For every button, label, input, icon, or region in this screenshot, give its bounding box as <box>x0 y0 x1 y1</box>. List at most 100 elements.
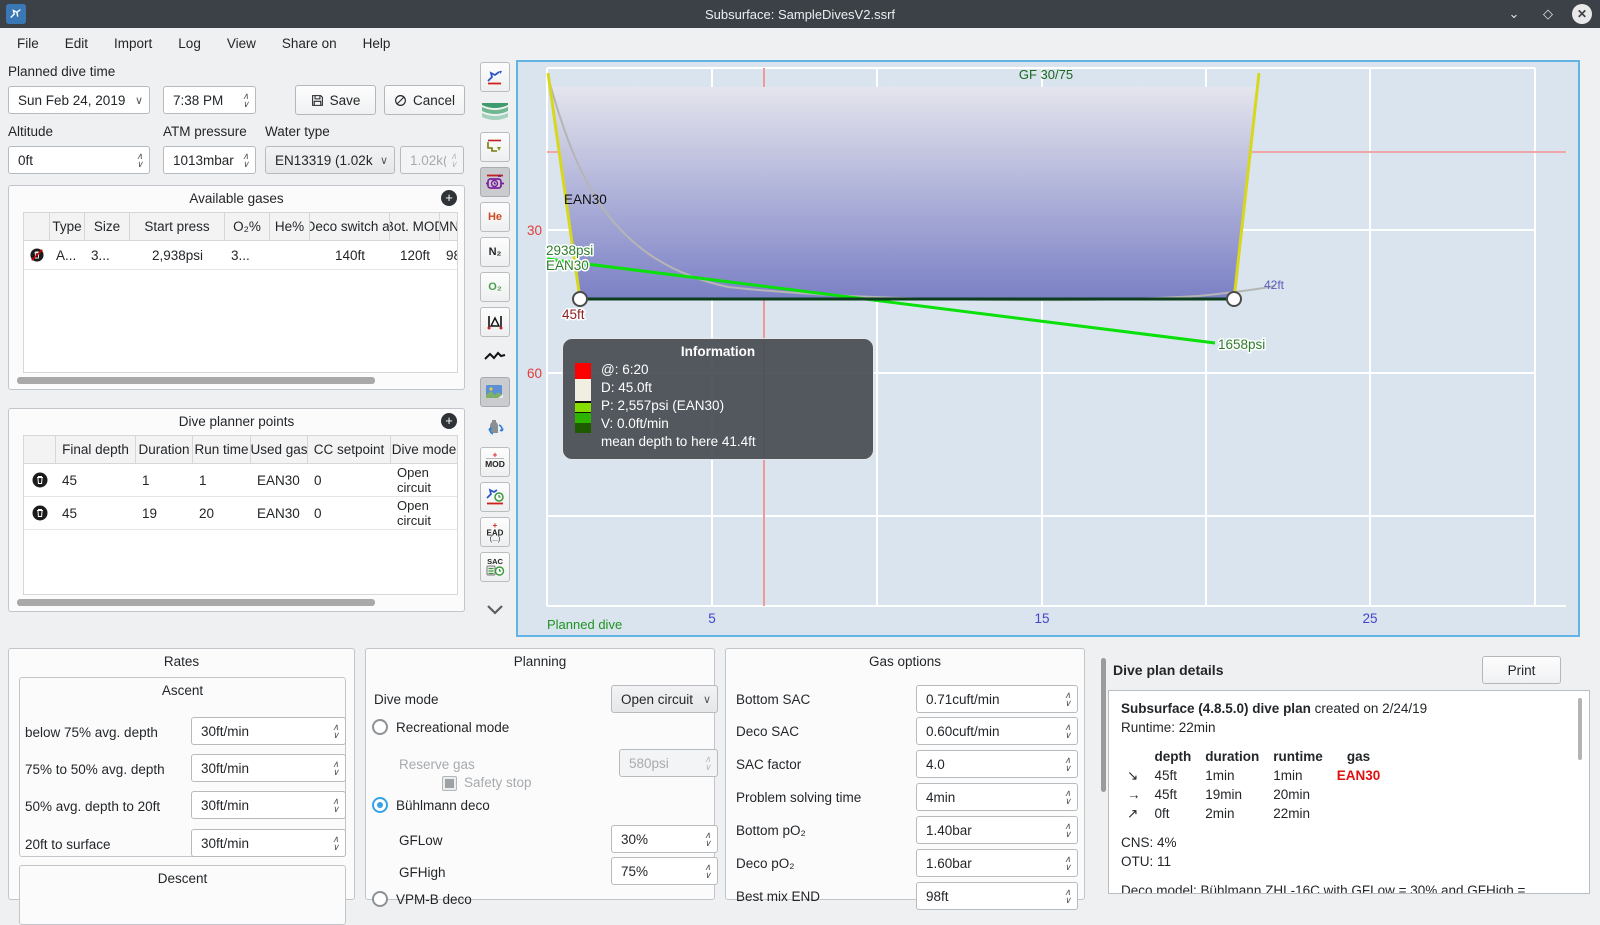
points-col-setpoint[interactable]: CC setpoint <box>308 436 391 463</box>
spinner-arrows-icon[interactable]: ∧ ∨ <box>704 863 711 880</box>
point-gas-cell[interactable]: EAN30 <box>251 473 308 488</box>
point-runtime-cell[interactable]: 1 <box>193 473 251 488</box>
spinner-arrows-icon[interactable]: ∧ ∨ <box>1064 723 1071 740</box>
deco-steps-toggle-button[interactable] <box>480 132 510 162</box>
deco-sac-spinner[interactable]: 0.60cuft/min ∧ ∨ <box>916 717 1078 745</box>
points-col-depth[interactable]: Final depth <box>56 436 136 463</box>
delete-point-icon[interactable] <box>24 472 56 488</box>
details-scrollbar[interactable] <box>1101 658 1106 792</box>
recreational-mode-radio[interactable] <box>372 719 388 735</box>
spinner-arrows-icon[interactable]: ∧ ∨ <box>242 92 249 109</box>
sac-toggle-button[interactable]: SAC <box>480 552 510 582</box>
point-mode-cell[interactable]: Open circuit <box>391 465 457 495</box>
water-type-select[interactable]: EN13319 (1.02k ∨ <box>265 146 395 174</box>
atm-pressure-spinner[interactable]: 1013mbar ∧ ∨ <box>163 146 256 174</box>
gases-col-type[interactable]: Type <box>50 213 85 240</box>
tank-bar-toggle-button[interactable] <box>480 167 510 197</box>
po2-toggle-button[interactable]: O₂ <box>480 272 510 302</box>
point-depth-cell[interactable]: 45 <box>56 473 136 488</box>
points-col-runtime[interactable]: Run time <box>193 436 251 463</box>
point-runtime-cell[interactable]: 20 <box>193 506 251 521</box>
photos-toggle-button[interactable] <box>480 377 510 407</box>
spinner-arrows-icon[interactable]: ∧ ∨ <box>136 152 143 169</box>
ceiling-toggle-button[interactable] <box>480 97 510 127</box>
points-col-gas[interactable]: Used gas <box>251 436 308 463</box>
ascent-rate-toggle-button[interactable] <box>480 62 510 92</box>
spinner-arrows-icon[interactable]: ∧ ∨ <box>332 835 339 852</box>
pn2-toggle-button[interactable]: N₂ <box>480 237 510 267</box>
gas-row[interactable]: A... 3... 2,938psi 3... 140ft 120ft 98f <box>24 241 457 270</box>
point-depth-cell[interactable]: 45 <box>56 506 136 521</box>
dive-mode-select[interactable]: Open circuit ∨ <box>611 685 718 713</box>
gases-col-start-press[interactable]: Start press <box>130 213 225 240</box>
spinner-arrows-icon[interactable]: ∧ ∨ <box>704 831 711 848</box>
gas-deco-switch-cell[interactable]: 140ft <box>310 248 390 263</box>
close-icon[interactable]: ✕ <box>1572 4 1592 24</box>
bottom-sac-spinner[interactable]: 0.71cuft/min ∧ ∨ <box>916 685 1078 713</box>
rate-spinner[interactable]: 30ft/min ∧ ∨ <box>191 829 346 857</box>
menu-log[interactable]: Log <box>165 32 214 55</box>
point-duration-cell[interactable]: 1 <box>136 473 193 488</box>
point-setpoint-cell[interactable]: 0 <box>308 506 391 521</box>
rate-spinner[interactable]: 30ft/min ∧ ∨ <box>191 791 346 819</box>
minimize-icon[interactable]: ⌄ <box>1504 4 1524 24</box>
points-col-duration[interactable]: Duration <box>136 436 193 463</box>
gases-col-bot-mod[interactable]: Bot. MOD <box>390 213 440 240</box>
sac-factor-spinner[interactable]: 4.0 ∧ ∨ <box>916 750 1078 778</box>
point-row[interactable]: 45 1 1 EAN30 0 Open circuit <box>24 464 457 497</box>
information-tooltip[interactable]: Information @: 6:20 D: 45.0ft P: 2,557ps… <box>562 338 874 460</box>
menu-import[interactable]: Import <box>101 32 165 55</box>
gas-bot-mod-cell[interactable]: 120ft <box>390 248 440 263</box>
gas-size-cell[interactable]: 3... <box>85 248 130 263</box>
menu-edit[interactable]: Edit <box>52 32 101 55</box>
problem-time-spinner[interactable]: 4min ∧ ∨ <box>916 783 1078 811</box>
points-col-mode[interactable]: Dive mode <box>391 436 457 463</box>
spinner-arrows-icon[interactable]: ∧ ∨ <box>1064 888 1071 905</box>
dive-time-spinner[interactable]: 7:38 PM ∧ ∨ <box>163 86 256 114</box>
gas-o2-cell[interactable]: 3... <box>225 248 270 263</box>
add-gas-button[interactable]: + <box>441 190 457 206</box>
cancel-button[interactable]: Cancel <box>384 85 465 115</box>
ndl-toggle-button[interactable] <box>480 482 510 512</box>
gas-density-toggle-button[interactable] <box>480 307 510 337</box>
best-mix-end-spinner[interactable]: 98ft ∧ ∨ <box>916 882 1078 910</box>
altitude-spinner[interactable]: 0ft ∧ ∨ <box>8 146 150 174</box>
delete-point-icon[interactable] <box>24 505 56 521</box>
waypoint-handle[interactable] <box>1226 291 1242 307</box>
point-row[interactable]: 45 19 20 EAN30 0 Open circuit <box>24 497 457 530</box>
ead-toggle-button[interactable]: + EAD (...) <box>480 517 510 547</box>
spinner-arrows-icon[interactable]: ∧ ∨ <box>332 797 339 814</box>
gas-mnd-cell[interactable]: 98f <box>440 248 457 263</box>
spinner-arrows-icon[interactable]: ∧ ∨ <box>332 760 339 777</box>
delete-gas-icon[interactable] <box>24 247 50 263</box>
spinner-arrows-icon[interactable]: ∧ ∨ <box>1064 756 1071 773</box>
gases-col-o2[interactable]: O₂% <box>225 213 270 240</box>
spinner-arrows-icon[interactable]: ∧ ∨ <box>1064 691 1071 708</box>
gases-col-mnd[interactable]: MN <box>440 213 457 240</box>
gflow-spinner[interactable]: 30% ∧ ∨ <box>611 825 718 853</box>
dive-profile-chart[interactable]: GF 30/75 30 60 5 15 25 EAN30 2938psi EAN… <box>516 60 1580 637</box>
point-setpoint-cell[interactable]: 0 <box>308 473 391 488</box>
menu-share-on[interactable]: Share on <box>269 32 350 55</box>
dive-plan-notes[interactable]: Subsurface (4.8.5.0) dive plan created o… <box>1108 690 1590 894</box>
menu-help[interactable]: Help <box>350 32 404 55</box>
spinner-arrows-icon[interactable]: ∧ ∨ <box>242 152 249 169</box>
spinner-arrows-icon[interactable]: ∧ ∨ <box>1064 822 1071 839</box>
buhlmann-deco-radio[interactable] <box>372 797 388 813</box>
maximize-icon[interactable]: ◇ <box>1538 4 1558 24</box>
rate-spinner[interactable]: 30ft/min ∧ ∨ <box>191 717 346 745</box>
waypoint-handle[interactable] <box>572 291 588 307</box>
gases-col-deco-switch[interactable]: Deco switch at <box>310 213 390 240</box>
points-horizontal-scrollbar[interactable] <box>17 599 375 606</box>
gas-type-cell[interactable]: A... <box>50 248 85 263</box>
spinner-arrows-icon[interactable]: ∧ ∨ <box>332 723 339 740</box>
vpmb-deco-radio[interactable] <box>372 891 388 907</box>
gases-col-he[interactable]: He% <box>270 213 310 240</box>
save-button[interactable]: Save <box>295 85 376 115</box>
spinner-arrows-icon[interactable]: ∧ ∨ <box>1064 789 1071 806</box>
rate-spinner[interactable]: 30ft/min ∧ ∨ <box>191 754 346 782</box>
spinner-arrows-icon[interactable]: ∧ ∨ <box>1064 855 1071 872</box>
point-mode-cell[interactable]: Open circuit <box>391 498 457 528</box>
menu-file[interactable]: File <box>4 32 52 55</box>
gas-start-press-cell[interactable]: 2,938psi <box>130 248 225 263</box>
